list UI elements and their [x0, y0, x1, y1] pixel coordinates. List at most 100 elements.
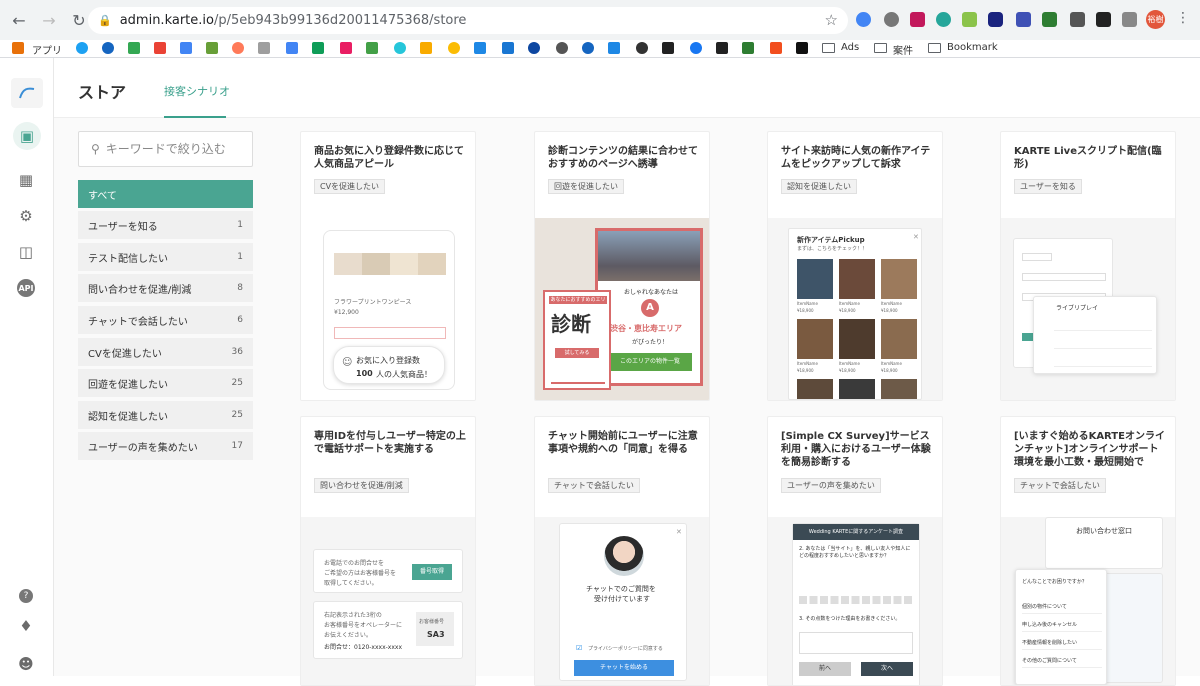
bookmark-icon-17[interactable] — [502, 42, 514, 54]
browser-toolbar: ← → ↻ 🔒 admin.karte.io /p/5eb943b99136d2… — [0, 0, 1200, 40]
category-excursion[interactable]: 回遊を促進したい 25 — [78, 369, 253, 397]
bookmark-icon-20[interactable] — [582, 42, 594, 54]
scenario-card[interactable]: KARTE Liveスクリプト配信(臨形) ユーザーを知る ライブリプレイ — [1000, 131, 1176, 401]
gmail-icon[interactable] — [154, 42, 166, 54]
bookmark-folder-anken[interactable]: 案件 — [893, 42, 913, 57]
extension-icon-5[interactable] — [962, 12, 977, 27]
extension-icon-6[interactable] — [988, 12, 1003, 27]
calendar-icon[interactable] — [180, 42, 192, 54]
tab-customer-scenario[interactable]: 接客シナリオ — [164, 83, 230, 99]
category-chat[interactable]: チャットで会話したい 6 — [78, 306, 253, 334]
result-badge: A — [641, 299, 659, 317]
card-preview: お問い合わせ窓口 どんなことでお困りですか？ 個別の物件について 申し込み後のキ… — [1001, 517, 1175, 685]
widgets-icon[interactable]: ▦ — [14, 168, 38, 192]
bookmark-icon-21[interactable] — [608, 42, 620, 54]
bookmark-icon-8[interactable] — [258, 42, 270, 54]
notification-bell-icon[interactable]: ♦ — [14, 614, 38, 638]
menu-kebab-icon[interactable]: ⋮ — [1176, 10, 1190, 26]
extension-icon-4[interactable] — [936, 12, 951, 27]
survey-next-button: 次へ — [861, 662, 913, 676]
category-count: 25 — [231, 410, 243, 420]
apps-grid-icon[interactable] — [12, 42, 24, 54]
bookmark-folder-bookmark[interactable]: Bookmark — [947, 42, 998, 53]
item-name: ItemName — [797, 361, 818, 366]
settings-gear-icon[interactable]: ⚙ — [14, 204, 38, 228]
bookmark-icon-19[interactable] — [556, 42, 568, 54]
scenario-card[interactable]: [いますぐ始めるKARTEオンラインチャット]オンラインサポート環境を最小工数・… — [1000, 416, 1176, 686]
forward-icon[interactable]: → — [36, 7, 62, 33]
drive-icon[interactable] — [128, 42, 140, 54]
diagnosis-ribbon: あなたにおすすめのエリア — [549, 296, 607, 304]
scenario-card[interactable]: 専用IDを付与しユーザー特定の上で電話サポートを実施する 問い合わせを促進/削減… — [300, 416, 476, 686]
category-voice[interactable]: ユーザーの声を集めたい 17 — [78, 432, 253, 460]
replay-row — [1054, 317, 1152, 331]
extension-icon-10[interactable] — [1096, 12, 1111, 27]
area-list-button: このエリアの物件一覧 — [608, 353, 692, 371]
analytics-icon[interactable] — [420, 42, 432, 54]
get-number-button: 番号取得 — [412, 564, 452, 580]
scenario-card[interactable]: サイト来訪時に人気の新作アイテムをピックアップして訴求 認知を促進したい 新作ア… — [767, 131, 943, 401]
tower-illustration — [551, 366, 605, 384]
bookmark-icon-13[interactable] — [394, 42, 406, 54]
extension-icon-2[interactable] — [884, 12, 899, 27]
bookmark-icon-11[interactable] — [340, 42, 352, 54]
bookmark-icon-6[interactable] — [206, 42, 218, 54]
category-cv[interactable]: CVを促進したい 36 — [78, 338, 253, 366]
database-icon[interactable]: ◫ — [14, 240, 38, 264]
account-settings-icon[interactable]: ☻ — [14, 652, 38, 676]
scenario-card[interactable]: 商品お気に入り登録件数に応じて人気商品アピール CVを促進したい フラワープリン… — [300, 131, 476, 401]
bookmark-icon-2[interactable] — [102, 42, 114, 54]
bookmark-star-icon[interactable]: ☆ — [825, 11, 838, 29]
extension-icon-7[interactable] — [1016, 12, 1031, 27]
close-icon[interactable]: ✕ — [913, 233, 919, 241]
bookmark-icon-16[interactable] — [474, 42, 486, 54]
category-awareness[interactable]: 認知を促進したい 25 — [78, 401, 253, 429]
url-path: /p/5eb943b99136d20011475368/store — [213, 13, 467, 28]
bookmark-icon-22[interactable] — [636, 42, 648, 54]
extension-icon-1[interactable] — [856, 12, 871, 27]
figma-icon[interactable] — [770, 42, 782, 54]
extension-icon-9[interactable] — [1070, 12, 1085, 27]
bookmark-icon-26[interactable] — [742, 42, 754, 54]
profile-avatar[interactable]: 裕樹 — [1146, 10, 1165, 29]
category-inquiry[interactable]: 問い合わせを促進/削減 8 — [78, 274, 253, 302]
category-test-delivery[interactable]: テスト配信したい 1 — [78, 243, 253, 271]
scenario-card[interactable]: [Simple CX Survey]サービス利用・購入におけるユーザー体験を簡易… — [767, 416, 943, 686]
facebook-icon[interactable] — [690, 42, 702, 54]
emoji-icon: ☺ — [342, 357, 353, 368]
bookmark-icon-23[interactable] — [662, 42, 674, 54]
bookmark-icon-12[interactable] — [366, 42, 378, 54]
phone-text-6: お伝えください。 — [324, 632, 372, 639]
karte-logo-icon[interactable] — [11, 78, 43, 108]
keyword-search[interactable]: ⚲ — [78, 131, 253, 167]
docs-icon[interactable] — [286, 42, 298, 54]
customer-number-code: SA3 — [427, 630, 445, 639]
help-icon[interactable]: ? — [14, 584, 38, 608]
api-icon[interactable]: API — [14, 276, 38, 300]
hubspot-icon[interactable] — [232, 42, 244, 54]
scenario-card[interactable]: 診断コンテンツの結果に合わせておすすめのページへ誘導 回遊を促進したい おしゃれ… — [534, 131, 710, 401]
amazon-icon[interactable] — [716, 42, 728, 54]
category-know-users[interactable]: ユーザーを知る 1 — [78, 211, 253, 239]
customer-number-widget: 右記表示された3桁の お客様番号をオペレーターに お伝えください。 お問合せ：0… — [313, 601, 463, 659]
search-input[interactable] — [105, 142, 236, 156]
replay-row — [1054, 335, 1152, 349]
close-icon[interactable]: ✕ — [676, 528, 682, 536]
sheets-icon[interactable] — [312, 42, 324, 54]
store-icon[interactable]: ▣ — [13, 122, 41, 150]
bookmark-folder-ads[interactable]: Ads — [841, 42, 859, 53]
phone-text-1: お電話でのお問合せを — [324, 560, 385, 567]
bookmark-icon-15[interactable] — [448, 42, 460, 54]
address-bar[interactable]: 🔒 admin.karte.io /p/5eb943b99136d2001147… — [88, 7, 848, 34]
bookmark-icon-18[interactable] — [528, 42, 540, 54]
back-icon[interactable]: ← — [6, 7, 32, 33]
scenario-card[interactable]: チャット開始前にユーザーに注意事項や規約への「同意」を得る チャットで会話したい… — [534, 416, 710, 686]
bookmark-icon-28[interactable] — [796, 42, 808, 54]
extension-icon-3[interactable] — [910, 12, 925, 27]
category-all[interactable]: すべて — [78, 180, 253, 208]
extensions-puzzle-icon[interactable] — [1122, 12, 1137, 27]
extension-icon-8[interactable] — [1042, 12, 1057, 27]
card-preview: お電話でのお問合せを ご希望の方はお客様番号を 取得してください。 番号取得 右… — [301, 517, 475, 685]
bookmark-apps[interactable]: アプリ — [32, 42, 62, 57]
twitter-icon[interactable] — [76, 42, 88, 54]
